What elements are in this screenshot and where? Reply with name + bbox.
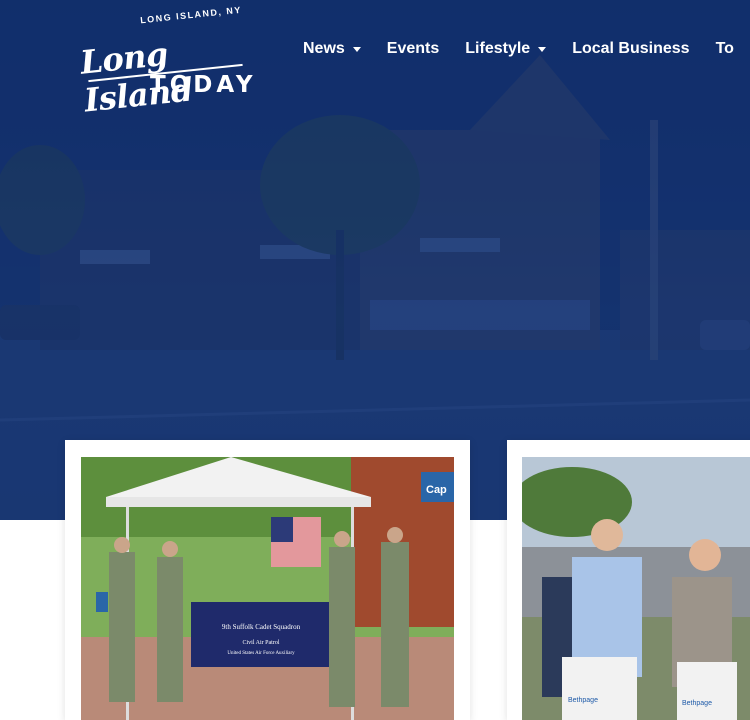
main-nav: News Events Lifestyle Local Business To xyxy=(303,38,750,60)
chevron-down-icon xyxy=(538,46,547,52)
bike-brand-2: Bethpage xyxy=(682,700,712,707)
banner-line3: United States Air Force Auxiliary xyxy=(227,651,295,656)
logo-sub-text: TODAY xyxy=(150,72,257,98)
bikes-photo: Bethpage Bethpage xyxy=(522,457,750,720)
nav-label: To xyxy=(715,40,734,57)
site-logo[interactable]: LONG ISLAND, NY Long Island TODAY xyxy=(78,4,268,120)
nav-label: Lifestyle xyxy=(465,40,531,57)
chevron-down-icon xyxy=(352,46,361,52)
sign-text: Cap xyxy=(426,484,447,496)
card-image-cadets[interactable]: Cap 9th Suffolk Cadet Squadron Civil Air… xyxy=(81,457,454,720)
cadets-photo: Cap 9th Suffolk Cadet Squadron Civil Air… xyxy=(81,457,454,720)
nav-label: Events xyxy=(386,40,440,57)
nav-item-local-business[interactable]: Local Business xyxy=(572,40,689,58)
nav-label: Local Business xyxy=(572,40,690,57)
card-image-bikes[interactable]: Bethpage Bethpage xyxy=(522,457,750,720)
feature-card-bikes[interactable]: Bethpage Bethpage xyxy=(507,440,750,720)
nav-item-events[interactable]: Events xyxy=(387,40,439,58)
nav-item-news[interactable]: News xyxy=(303,40,361,58)
nav-item-truncated[interactable]: To xyxy=(716,40,734,58)
logo-tagline: LONG ISLAND, NY xyxy=(139,4,243,26)
nav-label: News xyxy=(303,40,345,57)
banner-line2: Civil Air Patrol xyxy=(242,640,279,646)
feature-card-cadets[interactable]: Cap 9th Suffolk Cadet Squadron Civil Air… xyxy=(65,440,470,720)
banner-line1: 9th Suffolk Cadet Squadron xyxy=(222,623,301,631)
nav-item-lifestyle[interactable]: Lifestyle xyxy=(465,40,547,58)
bike-brand-1: Bethpage xyxy=(568,697,598,704)
